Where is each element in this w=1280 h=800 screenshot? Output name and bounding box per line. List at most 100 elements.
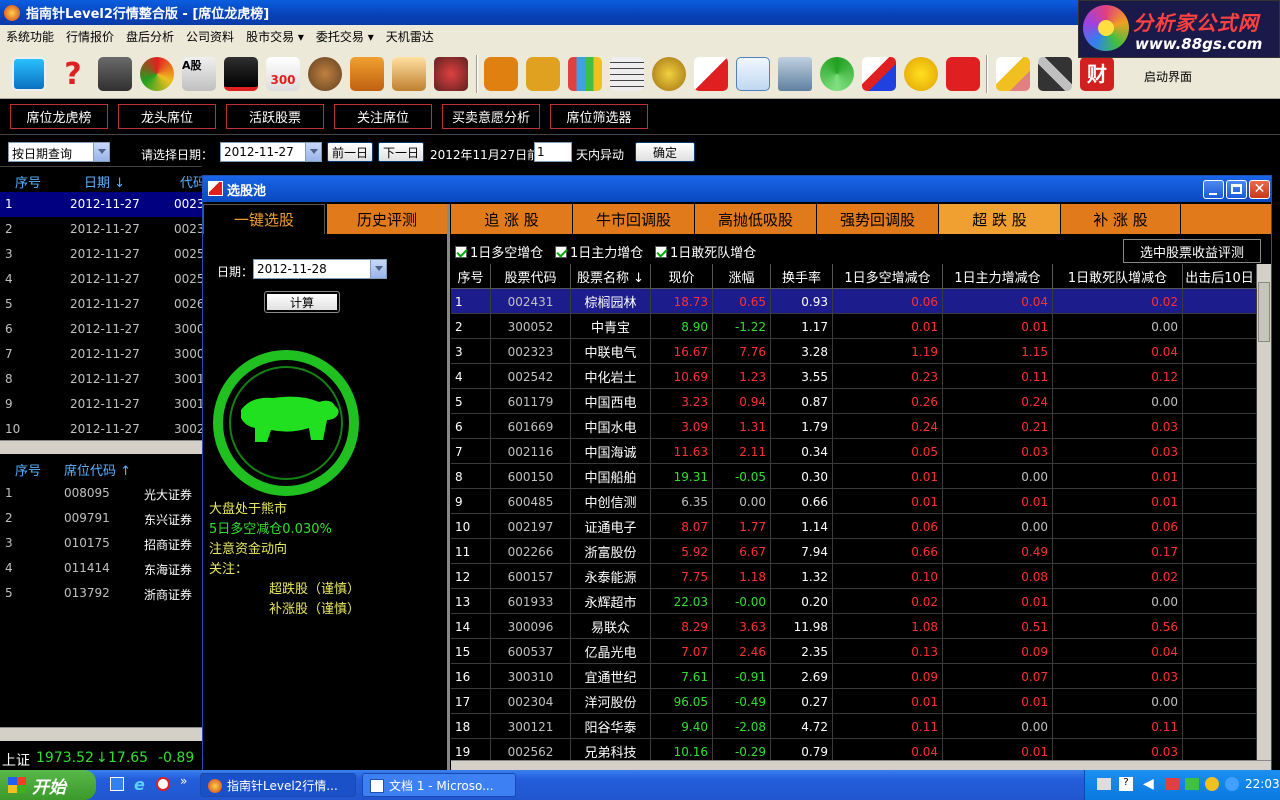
keyboard-icon[interactable] bbox=[1097, 778, 1111, 790]
menu-system[interactable]: 系统功能 bbox=[6, 28, 54, 45]
books-icon[interactable] bbox=[350, 57, 384, 91]
qq-tray-icon[interactable] bbox=[1225, 777, 1239, 791]
desktop-icon[interactable] bbox=[110, 777, 124, 791]
line-chart-icon[interactable] bbox=[736, 57, 770, 91]
tab-watch-seat[interactable]: 关注席位 bbox=[334, 104, 432, 129]
table-row[interactable]: 18 300121 阳谷华泰 9.40 -2.08 4.72 0.11 0.00 0.11 bbox=[451, 714, 1257, 739]
pen-icon[interactable] bbox=[862, 57, 896, 91]
col-header-seat-code[interactable]: 席位代码 ↑ bbox=[64, 460, 131, 479]
table-icon[interactable] bbox=[610, 57, 644, 91]
menu-company[interactable]: 公司资料 bbox=[186, 28, 234, 45]
table-row[interactable]: 7 2012-11-27 3000 bbox=[0, 342, 205, 367]
date-picker[interactable]: 2012-11-27 bbox=[220, 142, 322, 162]
column-header[interactable]: 1日主力增减仓 bbox=[943, 264, 1053, 289]
expand-icon[interactable]: » bbox=[180, 774, 187, 788]
qq-icon[interactable] bbox=[156, 777, 170, 791]
refresh-icon[interactable] bbox=[820, 57, 854, 91]
menu-trading[interactable]: 股市交易 ▾ bbox=[246, 28, 304, 45]
tab-chase-rise[interactable]: 追 涨 股 bbox=[451, 204, 573, 234]
maximize-button[interactable] bbox=[1226, 180, 1247, 199]
close-button[interactable]: ✕ bbox=[1249, 180, 1270, 199]
finance-icon[interactable]: 财 bbox=[1080, 57, 1114, 91]
tab-trade-intent[interactable]: 买卖意愿分析 bbox=[442, 104, 540, 129]
table-row[interactable]: 2 300052 中青宝 8.90 -1.22 1.17 0.01 0.01 0.00 bbox=[451, 314, 1257, 339]
confirm-button[interactable]: 确定 bbox=[635, 142, 695, 162]
table-row[interactable]: 5 601179 中国西电 3.23 0.94 0.87 0.26 0.24 0.00 bbox=[451, 389, 1257, 414]
table-row[interactable]: 8 600150 中国船舶 19.31 -0.05 0.30 0.01 0.00 0.01 bbox=[451, 464, 1257, 489]
table-row[interactable]: 5 2012-11-27 0026 bbox=[0, 292, 205, 317]
column-header[interactable]: 出击后10日 bbox=[1183, 264, 1257, 289]
table-row[interactable]: 15 600537 亿晶光电 7.07 2.46 2.35 0.13 0.09 0.04 bbox=[451, 639, 1257, 664]
prev-day-button[interactable]: 前一日 bbox=[327, 142, 373, 162]
ie-icon[interactable]: e bbox=[134, 775, 145, 794]
table-row[interactable]: 3 002323 中联电气 16.67 7.76 3.28 1.19 1.15 0.04 bbox=[451, 339, 1257, 364]
table-row[interactable]: 2 2012-11-27 0023 bbox=[0, 217, 205, 242]
col-header-no-2[interactable]: 序号 bbox=[15, 460, 41, 479]
menu-order[interactable]: 委托交易 ▾ bbox=[316, 28, 374, 45]
bar-chart-icon[interactable] bbox=[568, 57, 602, 91]
days-input[interactable]: 1 bbox=[534, 142, 572, 162]
table-row[interactable]: 5 013792 浙商证券 bbox=[0, 581, 202, 606]
column-header[interactable]: 股票代码 bbox=[491, 264, 571, 289]
table-row[interactable]: 4 011414 东海证券 bbox=[0, 556, 202, 581]
eval-selected-button[interactable]: 选中股票收益评测 bbox=[1123, 239, 1261, 263]
column-header[interactable]: 序号 bbox=[451, 264, 491, 289]
table-row[interactable]: 16 300310 宜通世纪 7.61 -0.91 2.69 0.09 0.07 0.03 bbox=[451, 664, 1257, 689]
tab-bull-pullback[interactable]: 牛市回调股 bbox=[573, 204, 695, 234]
column-header[interactable]: 1日敢死队增减仓 bbox=[1053, 264, 1183, 289]
menu-quotes[interactable]: 行情报价 bbox=[66, 28, 114, 45]
table-row[interactable]: 14 300096 易联众 8.29 3.63 11.98 1.08 0.51 0.56 bbox=[451, 614, 1257, 639]
task-word-doc[interactable]: 文档 1 - Microso... bbox=[362, 773, 516, 797]
table-row[interactable]: 17 002304 洋河股份 96.05 -0.49 0.27 0.01 0.01 0.00 bbox=[451, 689, 1257, 714]
grid-icon[interactable] bbox=[946, 57, 980, 91]
scroll-thumb[interactable] bbox=[1258, 282, 1270, 342]
table-row[interactable]: 11 002266 浙富股份 5.92 6.67 7.94 0.66 0.49 0.17 bbox=[451, 539, 1257, 564]
swords-icon[interactable] bbox=[1038, 57, 1072, 91]
table-row[interactable]: 3 2012-11-27 0025 bbox=[0, 242, 205, 267]
tab-history-eval[interactable]: 历史评测 bbox=[327, 204, 447, 234]
table-row[interactable]: 9 2012-11-27 3001 bbox=[0, 392, 205, 417]
rise-chart-icon[interactable] bbox=[694, 57, 728, 91]
pick-date-select[interactable]: 2012-11-28 bbox=[253, 259, 387, 279]
tab-active-stocks[interactable]: 活跃股票 bbox=[226, 104, 324, 129]
task-zhinanzhen[interactable]: 指南针Level2行情... bbox=[200, 773, 356, 797]
tray-app-icon[interactable] bbox=[1205, 777, 1219, 791]
compare-icon[interactable] bbox=[484, 57, 518, 91]
calculate-button[interactable]: 计算 bbox=[264, 291, 340, 313]
database-icon[interactable] bbox=[778, 57, 812, 91]
pencil-icon[interactable] bbox=[996, 57, 1030, 91]
table-row[interactable]: 10 2012-11-27 3002 bbox=[0, 417, 205, 442]
start-button[interactable]: 开始 bbox=[0, 770, 96, 800]
robot-icon[interactable] bbox=[434, 57, 468, 91]
table-row[interactable]: 1 002431 棕榈园林 18.73 0.65 0.93 0.06 0.04 0.02 bbox=[451, 289, 1257, 314]
table-row[interactable]: 10 002197 证通电子 8.07 1.77 1.14 0.06 0.00 0.06 bbox=[451, 514, 1257, 539]
query-mode-select[interactable]: 按日期查询 bbox=[8, 142, 110, 162]
report-icon[interactable] bbox=[392, 57, 426, 91]
tab-seat-dragon-tiger[interactable]: 席位龙虎榜 bbox=[10, 104, 108, 129]
check-ls-increase[interactable]: 1日多空增仓 bbox=[455, 242, 543, 261]
network-error-icon[interactable] bbox=[1165, 778, 1179, 790]
table-row[interactable]: 4 002542 中化岩土 10.69 1.23 3.55 0.23 0.11 0.12 bbox=[451, 364, 1257, 389]
table-row[interactable]: 2 009791 东兴证券 bbox=[0, 506, 202, 531]
col-header-date[interactable]: 日期 ↓ bbox=[84, 172, 125, 191]
next-day-button[interactable]: 下一日 bbox=[378, 142, 424, 162]
table-row[interactable]: 7 002116 中国海诚 11.63 2.11 0.34 0.05 0.03 0.03 bbox=[451, 439, 1257, 464]
tab-seat-filter[interactable]: 席位筛选器 bbox=[550, 104, 648, 129]
a-shares-icon[interactable]: A股 bbox=[182, 57, 216, 91]
monitor-icon[interactable] bbox=[12, 57, 46, 91]
table-row[interactable]: 1 008095 光大证券 bbox=[0, 481, 202, 506]
table-row[interactable]: 3 010175 招商证券 bbox=[0, 531, 202, 556]
help-tray-icon[interactable]: ? bbox=[1119, 777, 1133, 791]
volume-icon[interactable]: ◀ bbox=[1143, 776, 1154, 792]
table-row[interactable]: 6 2012-11-27 3000 bbox=[0, 317, 205, 342]
minimize-button[interactable] bbox=[1203, 180, 1224, 199]
pie-chart-icon[interactable] bbox=[140, 57, 174, 91]
check-dare-increase[interactable]: 1日敢死队增仓 bbox=[655, 242, 756, 261]
menu-analysis[interactable]: 盘后分析 bbox=[126, 28, 174, 45]
column-header[interactable]: 涨幅 bbox=[713, 264, 771, 289]
table-row[interactable]: 9 600485 中创信测 6.35 0.00 0.66 0.01 0.01 0.01 bbox=[451, 489, 1257, 514]
money-icon[interactable] bbox=[652, 57, 686, 91]
col-header-no[interactable]: 序号 bbox=[15, 172, 41, 191]
table-row[interactable]: 4 2012-11-27 0025 bbox=[0, 267, 205, 292]
help-icon[interactable]: ? bbox=[56, 57, 90, 92]
